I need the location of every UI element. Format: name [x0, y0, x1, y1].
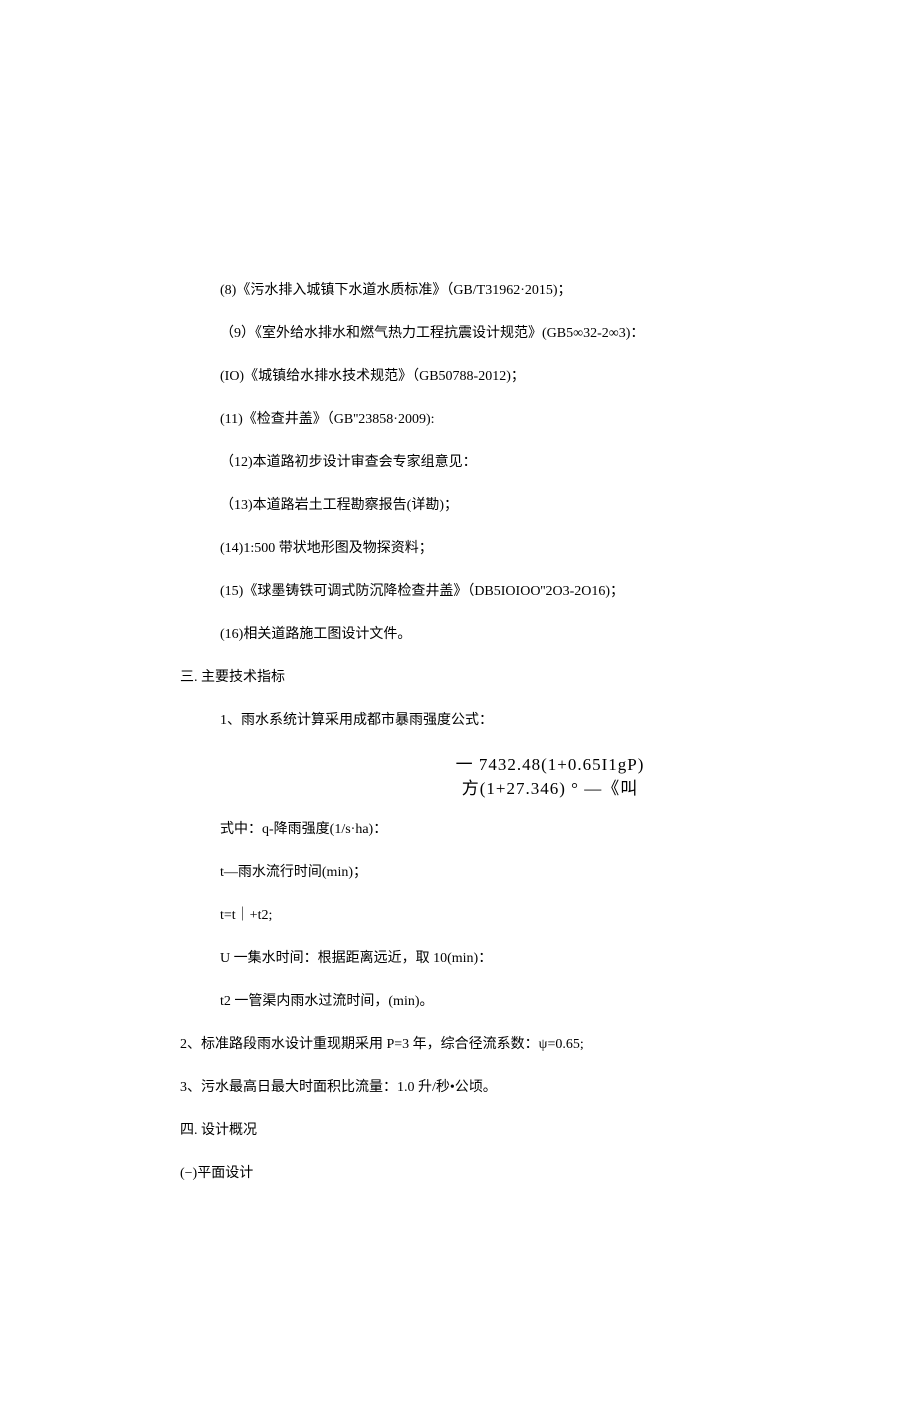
reference-item-12: （12)本道路初步设计审查会专家组意见：	[220, 452, 740, 473]
rainfall-intensity-formula: 一 7432.48(1+0.65I1gP) 方(1+27.346) ° —《叫	[360, 753, 740, 801]
reference-item-10: (IO)《城镇给水排水技术规范》（GB50788-2012)；	[220, 366, 740, 387]
section-4-heading: 四. 设计概况	[180, 1120, 740, 1141]
reference-item-14: (14)1:500 带状地形图及物探资料；	[220, 538, 740, 559]
reference-item-11: (11)《检查井盖》（GB''23858·2009):	[220, 409, 740, 430]
reference-item-16: (16)相关道路施工图设计文件。	[220, 624, 740, 645]
reference-item-13: （13)本道路岩土工程勘察报告(详勘)；	[220, 495, 740, 516]
formula-explain-tt: t=t｜+t2;	[220, 905, 740, 926]
reference-item-8: (8)《污水排入城镇下水道水质标准》（GB/T31962·2015)；	[220, 280, 740, 301]
formula-line-2: 方(1+27.346) ° —《叫	[360, 777, 740, 801]
formula-explain-u: U 一集水时间：根据距离远近，取 10(min)：	[220, 948, 740, 969]
document-page: (8)《污水排入城镇下水道水质标准》（GB/T31962·2015)； （9）《…	[0, 0, 920, 1406]
reference-item-15: (15)《球墨铸铁可调式防沉降检查井盖》（DB5IOIOO''2O3-2O16)…	[220, 581, 740, 602]
formula-explain-t2: t2 一管渠内雨水过流时间，(min)。	[220, 991, 740, 1012]
sec4-sub-1: (−)平面设计	[180, 1163, 740, 1184]
sec3-item-3: 3、污水最高日最大时面积比流量：1.0 升/秒•公顷。	[180, 1077, 740, 1098]
formula-explain-t: t—雨水流行时间(min)；	[220, 862, 740, 883]
sec3-item-2: 2、标准路段雨水设计重现期采用 P=3 年，综合径流系数：ψ=0.65;	[180, 1034, 740, 1055]
formula-explain-q: 式中：q-降雨强度(1/s·ha)：	[220, 819, 740, 840]
section-3-heading: 三. 主要技术指标	[180, 667, 740, 688]
formula-line-1: 一 7432.48(1+0.65I1gP)	[360, 753, 740, 777]
sec3-item-1: 1、雨水系统计算采用成都市暴雨强度公式：	[220, 710, 740, 731]
reference-item-9: （9）《室外给水排水和燃气热力工程抗震设计规范》(GB5∞32-2∞3)：	[220, 323, 740, 344]
